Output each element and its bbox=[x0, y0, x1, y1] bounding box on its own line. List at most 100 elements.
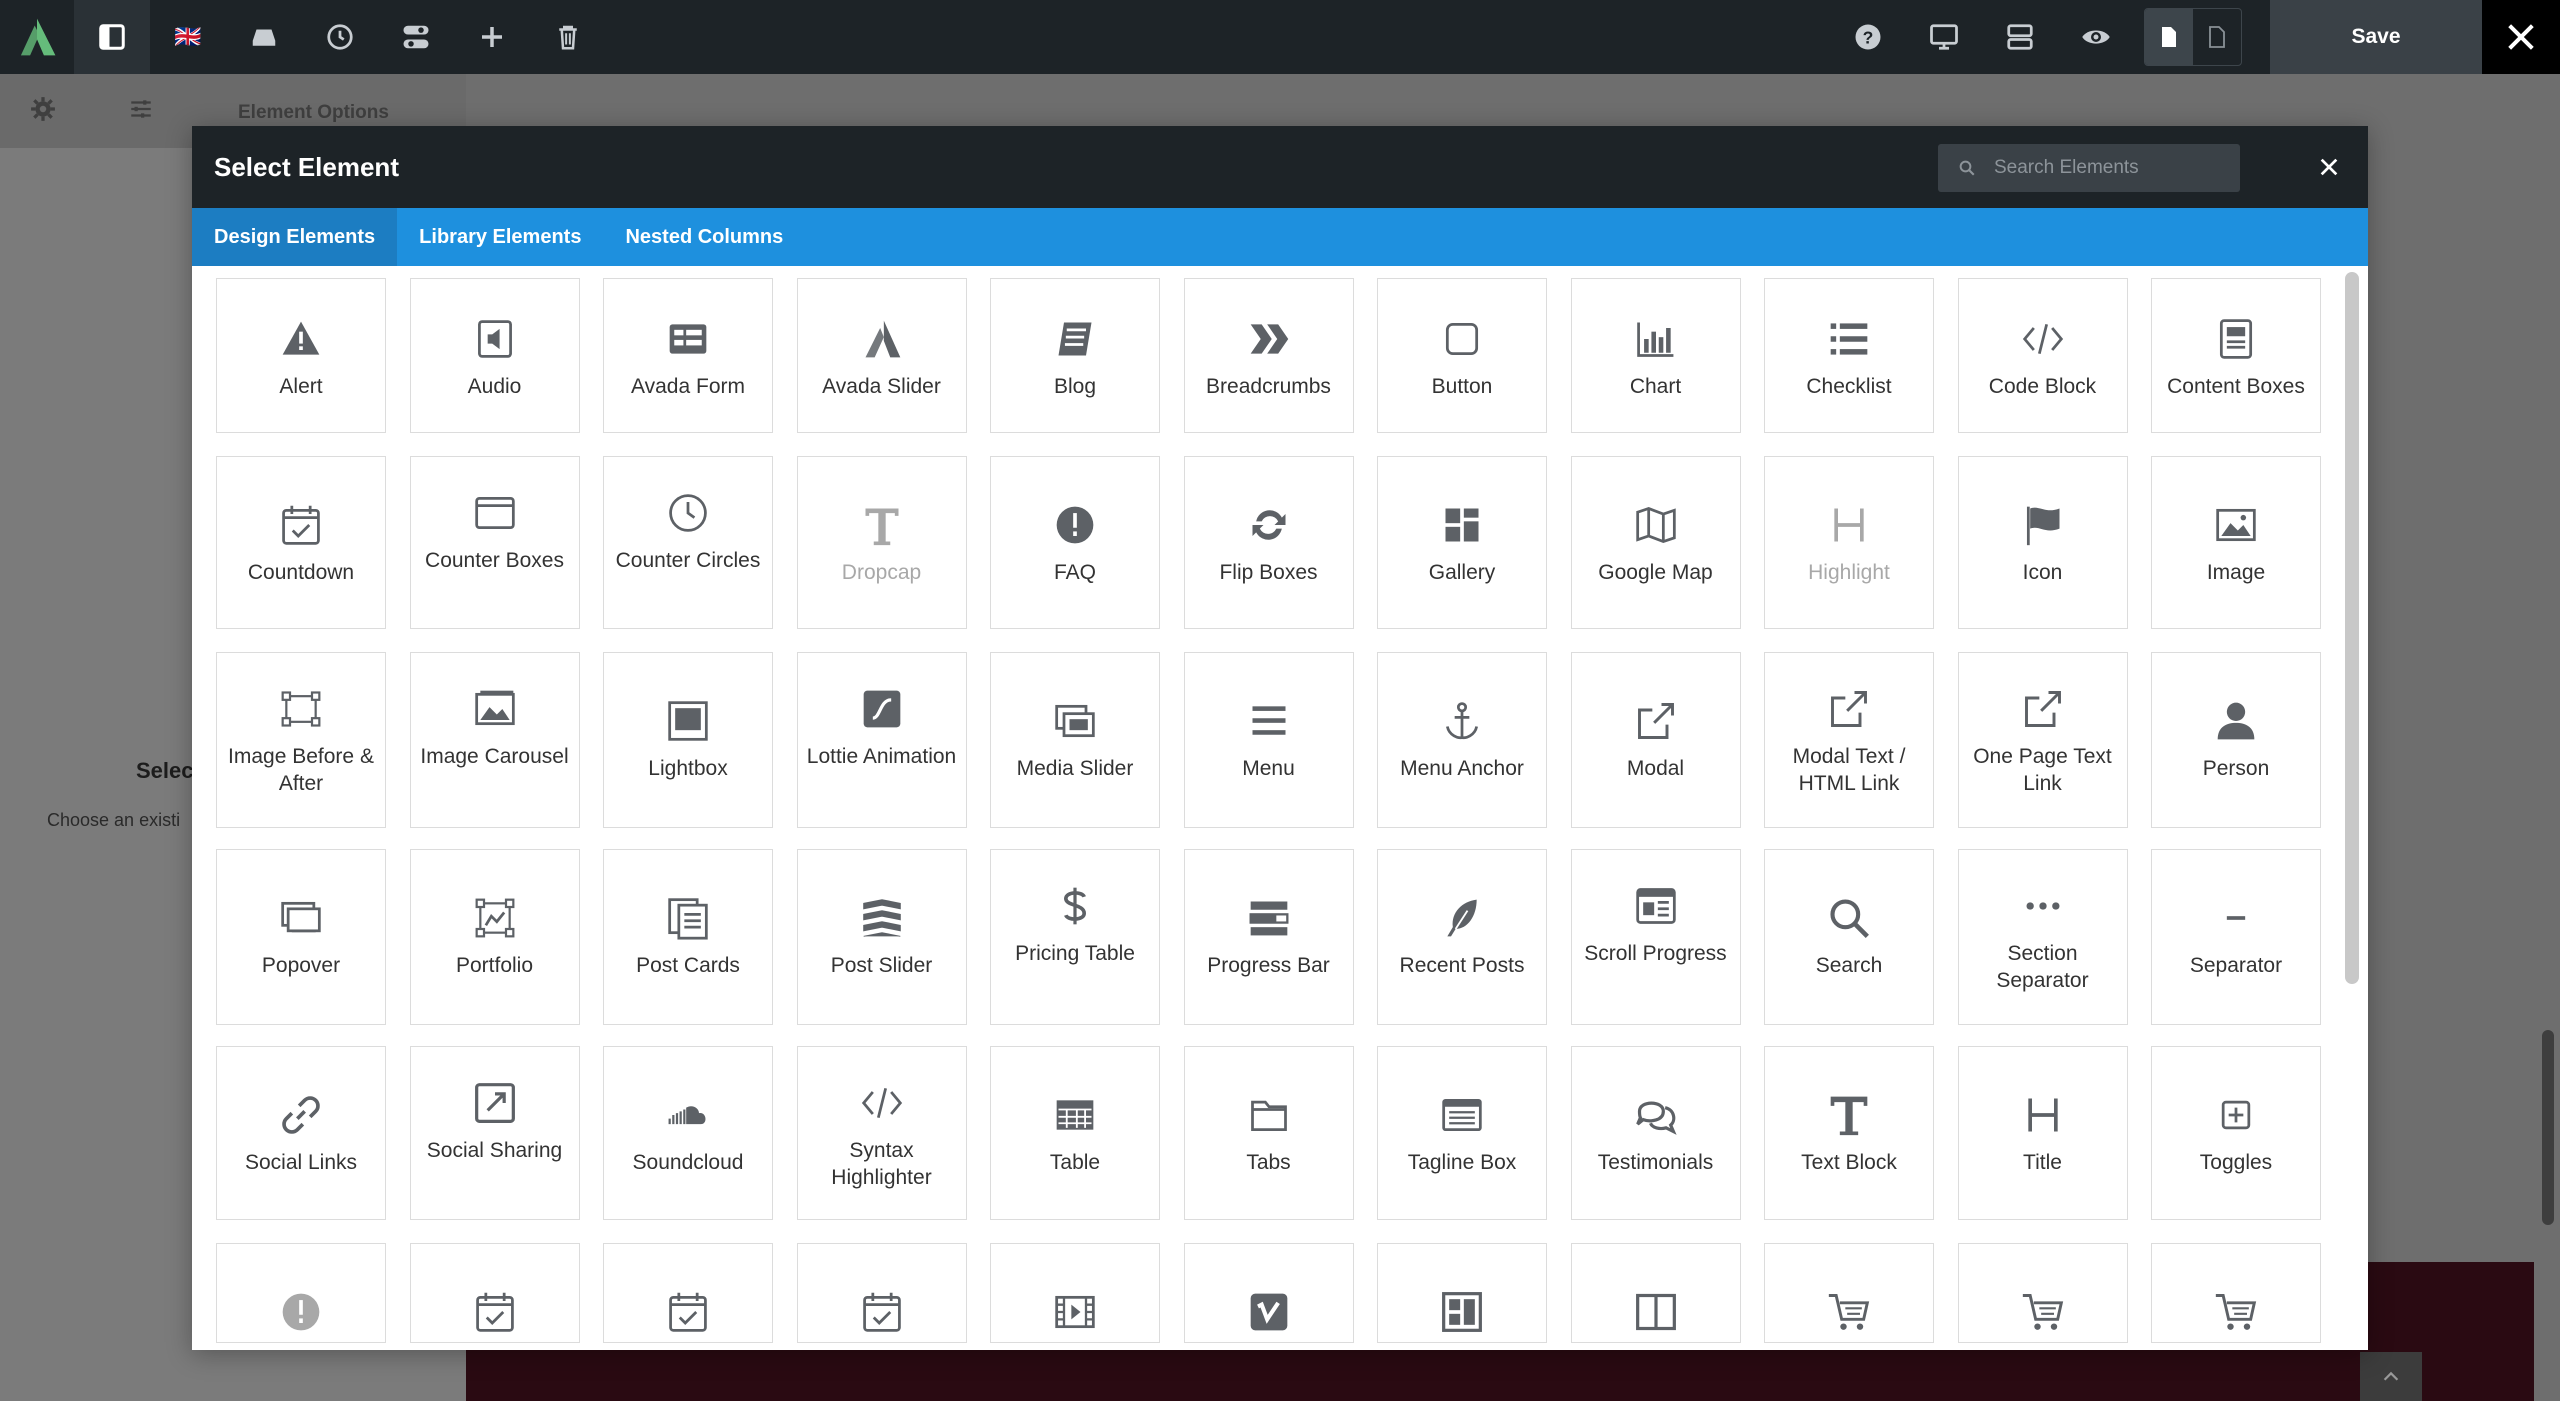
save-button[interactable]: Save bbox=[2270, 0, 2482, 74]
element-item[interactable]: Icon bbox=[1957, 456, 2128, 629]
trash-icon[interactable] bbox=[530, 0, 606, 74]
element-item[interactable] bbox=[1377, 1243, 1547, 1343]
element-item[interactable]: Code Block bbox=[1957, 278, 2128, 433]
element-label: Dropcap bbox=[841, 561, 922, 584]
soundcloud-icon bbox=[666, 1083, 710, 1137]
element-item[interactable]: Text Block bbox=[1764, 1046, 1934, 1220]
page-outline-icon[interactable] bbox=[2193, 9, 2241, 65]
page-mode-switch[interactable] bbox=[2144, 8, 2242, 66]
element-item[interactable]: Tabs bbox=[1183, 1046, 1354, 1220]
element-item[interactable]: Checklist bbox=[1764, 278, 1934, 433]
page-document-icon[interactable] bbox=[2145, 9, 2193, 65]
element-item[interactable]: Counter Circles bbox=[603, 456, 773, 629]
tab-nested-columns[interactable]: Nested Columns bbox=[603, 208, 805, 266]
element-item[interactable]: Progress Bar bbox=[1183, 849, 1354, 1025]
page-scrollbar[interactable] bbox=[2542, 1030, 2554, 1225]
element-item[interactable]: Google Map bbox=[1570, 456, 1741, 629]
toggles-icon[interactable] bbox=[378, 0, 454, 74]
element-item[interactable]: Toggles bbox=[2151, 1046, 2321, 1220]
element-item[interactable]: Section Separator bbox=[1957, 849, 2128, 1025]
element-item[interactable]: Social Sharing bbox=[409, 1046, 580, 1220]
before-after-icon bbox=[279, 677, 323, 731]
library-icon[interactable] bbox=[226, 0, 302, 74]
element-item[interactable]: Soundcloud bbox=[603, 1046, 773, 1220]
search-box[interactable] bbox=[1938, 144, 2240, 192]
element-item[interactable]: Highlight bbox=[1764, 456, 1934, 629]
element-item[interactable]: Lightbox bbox=[603, 652, 773, 828]
element-item[interactable]: FAQ bbox=[990, 456, 1160, 629]
element-item[interactable]: Button bbox=[1377, 278, 1547, 433]
element-item[interactable]: Modal bbox=[1570, 652, 1741, 828]
element-item[interactable]: Pricing Table bbox=[990, 849, 1160, 1025]
element-item[interactable]: Lottie Animation bbox=[796, 652, 967, 828]
language-flag-icon[interactable]: 🇬🇧 bbox=[150, 0, 226, 74]
add-icon[interactable] bbox=[454, 0, 530, 74]
element-item[interactable] bbox=[216, 1243, 386, 1343]
tab-library-elements[interactable]: Library Elements bbox=[397, 208, 603, 266]
avada-logo-icon[interactable] bbox=[0, 0, 74, 74]
element-item[interactable]: Search bbox=[1764, 849, 1934, 1025]
element-item[interactable]: Post Cards bbox=[603, 849, 773, 1025]
element-item[interactable]: Portfolio bbox=[409, 849, 580, 1025]
element-item[interactable]: Chart bbox=[1570, 278, 1741, 433]
element-item[interactable] bbox=[1957, 1243, 2128, 1343]
element-item[interactable]: Recent Posts bbox=[1377, 849, 1547, 1025]
element-item[interactable]: Image Before & After bbox=[216, 652, 386, 828]
element-item[interactable]: Testimonials bbox=[1570, 1046, 1741, 1220]
element-item[interactable] bbox=[603, 1243, 773, 1343]
element-item[interactable]: Content Boxes bbox=[2151, 278, 2321, 433]
element-item[interactable]: Avada Form bbox=[603, 278, 773, 433]
element-item[interactable]: Flip Boxes bbox=[1183, 456, 1354, 629]
element-item[interactable]: Media Slider bbox=[990, 652, 1160, 828]
close-builder-icon[interactable] bbox=[2482, 0, 2560, 74]
element-item[interactable]: Scroll Progress bbox=[1570, 849, 1741, 1025]
element-item[interactable]: Title bbox=[1957, 1046, 2128, 1220]
modal-scrollbar[interactable] bbox=[2345, 272, 2359, 984]
element-item[interactable] bbox=[990, 1243, 1160, 1343]
element-item[interactable]: Menu Anchor bbox=[1377, 652, 1547, 828]
element-item[interactable]: Alert bbox=[216, 278, 386, 433]
element-item[interactable]: Breadcrumbs bbox=[1183, 278, 1354, 433]
element-item[interactable]: Countdown bbox=[216, 456, 386, 629]
element-item[interactable]: Tagline Box bbox=[1377, 1046, 1547, 1220]
element-item[interactable]: Blog bbox=[990, 278, 1160, 433]
element-item[interactable]: Image bbox=[2151, 456, 2321, 629]
element-item[interactable]: Dropcap bbox=[796, 456, 967, 629]
close-icon[interactable] bbox=[2312, 150, 2346, 184]
chevron-up-icon[interactable] bbox=[2360, 1352, 2422, 1401]
table-icon bbox=[1053, 1083, 1097, 1137]
tab-design-elements[interactable]: Design Elements bbox=[192, 208, 398, 266]
element-item[interactable]: Image Carousel bbox=[409, 652, 580, 828]
search-input[interactable] bbox=[1992, 156, 2236, 180]
element-item[interactable]: Popover bbox=[216, 849, 386, 1025]
layout-sections-icon[interactable] bbox=[1982, 0, 2058, 74]
element-item[interactable] bbox=[1570, 1243, 1741, 1343]
element-item[interactable]: Syntax Highlighter bbox=[796, 1046, 967, 1220]
element-item[interactable]: Audio bbox=[409, 278, 580, 433]
select-element-modal: Select Element Design Elements Library E… bbox=[192, 126, 2368, 1350]
element-item[interactable] bbox=[1764, 1243, 1934, 1343]
sidebar-toggle-icon[interactable] bbox=[74, 0, 150, 74]
element-item[interactable]: Social Links bbox=[216, 1046, 386, 1220]
element-item[interactable]: Modal Text / HTML Link bbox=[1764, 652, 1934, 828]
help-icon[interactable]: ? bbox=[1830, 0, 1906, 74]
element-item[interactable] bbox=[2151, 1243, 2321, 1343]
desktop-preview-icon[interactable] bbox=[1906, 0, 1982, 74]
element-item[interactable]: Person bbox=[2151, 652, 2321, 828]
portfolio-icon bbox=[473, 886, 517, 940]
element-item[interactable]: Avada Slider bbox=[796, 278, 967, 433]
element-item[interactable]: Separator bbox=[2151, 849, 2321, 1025]
element-item[interactable] bbox=[796, 1243, 967, 1343]
history-icon[interactable] bbox=[302, 0, 378, 74]
element-item[interactable]: Counter Boxes bbox=[409, 456, 580, 629]
element-item[interactable] bbox=[409, 1243, 580, 1343]
element-item[interactable]: Post Slider bbox=[796, 849, 967, 1025]
element-item[interactable]: One Page Text Link bbox=[1957, 652, 2128, 828]
element-item[interactable]: Table bbox=[990, 1046, 1160, 1220]
preview-eye-icon[interactable] bbox=[2058, 0, 2134, 74]
element-item[interactable] bbox=[1183, 1243, 1354, 1343]
element-item[interactable]: Menu bbox=[1183, 652, 1354, 828]
post-cards-icon bbox=[666, 886, 710, 940]
external-link-icon bbox=[1634, 689, 1678, 743]
element-item[interactable]: Gallery bbox=[1377, 456, 1547, 629]
